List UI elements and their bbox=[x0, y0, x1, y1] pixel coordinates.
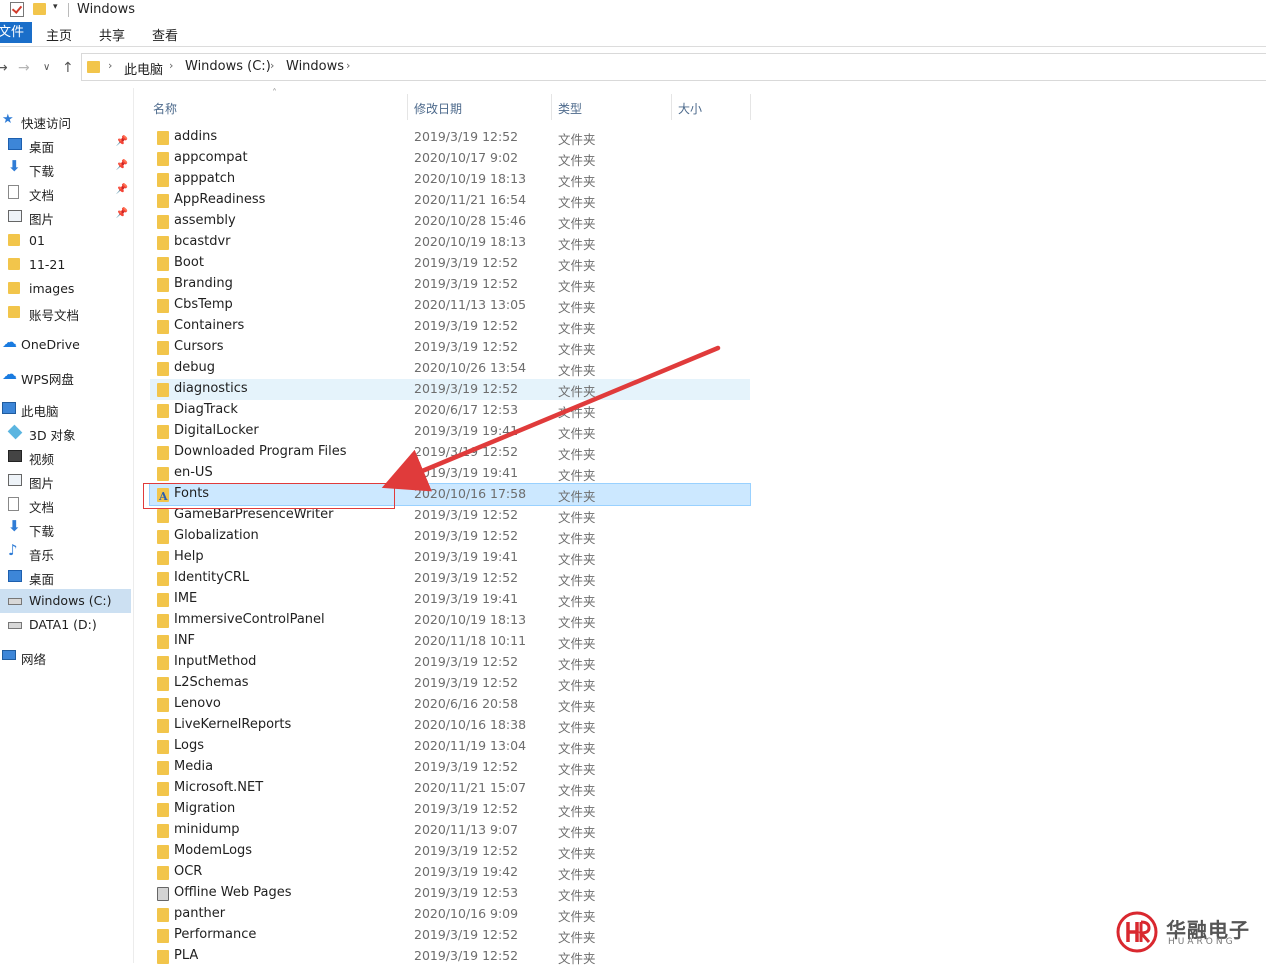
watermark-subtext: HUARONG bbox=[1168, 937, 1236, 947]
annotation-arrow-icon bbox=[381, 345, 721, 492]
watermark-logo-icon bbox=[1116, 911, 1158, 953]
